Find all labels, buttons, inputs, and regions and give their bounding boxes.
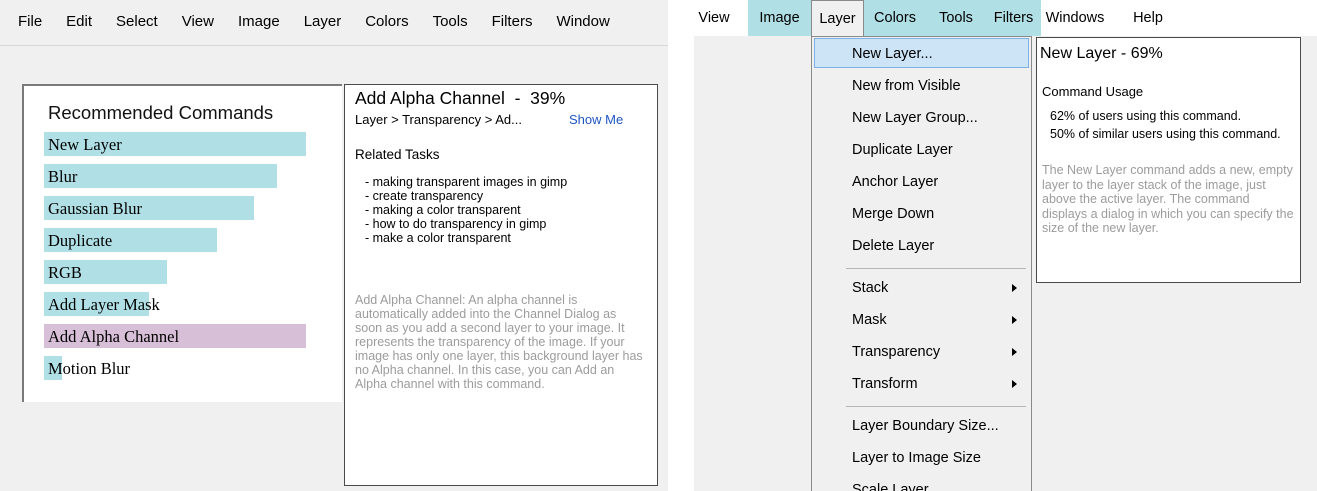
menu-item-transparency[interactable]: Transparency (814, 337, 1029, 367)
related-tasks-heading: Related Tasks (355, 147, 440, 162)
command-tooltip: New Layer - 69% Command Usage 62% of use… (1036, 37, 1301, 283)
menubar: View Image Layer Colors Tools Filters Windows H… (694, 0, 1317, 36)
command-detail-panel: Add Alpha Channel - 39% Layer > Transpar… (344, 84, 658, 486)
related-task-item[interactable]: - create transparency (365, 189, 567, 203)
menu-view[interactable]: View (170, 13, 226, 30)
menu-item-mask[interactable]: Mask (814, 305, 1029, 335)
recommended-command-add-layer-mask[interactable]: Add Layer Mask (44, 292, 306, 316)
recommended-command-duplicate[interactable]: Duplicate (44, 228, 306, 252)
recommended-command-label: New Layer (48, 135, 122, 154)
recommended-command-label: Gaussian Blur (48, 199, 142, 218)
recommended-command-new-layer[interactable]: New Layer (44, 132, 306, 156)
show-me-link[interactable]: Show Me (569, 112, 623, 127)
menu-separator (846, 268, 1026, 269)
menu-window[interactable]: Window (544, 13, 621, 30)
menu-colors[interactable]: Colors (353, 13, 420, 30)
menu-item-delete-layer[interactable]: Delete Layer (814, 231, 1029, 261)
recommended-command-blur[interactable]: Blur (44, 164, 306, 188)
menu-filters[interactable]: Filters (480, 13, 545, 30)
menubar: File Edit Select View Image Layer Colors Tools F… (0, 0, 668, 42)
recommended-command-add-alpha-channel[interactable]: Add Alpha Channel (44, 324, 306, 348)
menu-item-label: New Layer Group... (852, 110, 978, 126)
menu-view[interactable]: View (694, 0, 734, 36)
submenu-arrow-icon (1012, 316, 1017, 324)
menu-item-layer-boundary-size[interactable]: Layer Boundary Size... (814, 411, 1029, 441)
menu-help[interactable]: Help (1127, 0, 1169, 36)
recommended-command-label: RGB (48, 263, 82, 282)
recommended-command-rgb[interactable]: RGB (44, 260, 306, 284)
menu-tools[interactable]: Tools (926, 0, 986, 36)
menu-item-label: Stack (852, 280, 889, 296)
recommended-command-label: Duplicate (48, 231, 113, 250)
menu-item-new-layer[interactable]: New Layer... (814, 38, 1029, 68)
menu-item-label: Anchor Layer (852, 174, 939, 190)
menu-item-new-layer-group[interactable]: New Layer Group... (814, 103, 1029, 133)
tooltip-title: New Layer - 69% (1040, 45, 1163, 62)
related-tasks-list: - making transparent images in gimp - cre… (365, 175, 567, 245)
menubar-divider (0, 45, 668, 46)
recommended-command-label: Add Alpha Channel (48, 327, 180, 346)
similar-users-usage-stat: 50% of similar users using this command. (1050, 127, 1281, 141)
menu-item-label: Layer to Image Size (852, 450, 981, 466)
menu-edit[interactable]: Edit (54, 13, 104, 30)
layer-menu-dropdown: New Layer... New from Visible New Layer Gr… (811, 36, 1032, 491)
menu-filters[interactable]: Filters (986, 0, 1041, 36)
submenu-arrow-icon (1012, 284, 1017, 292)
menu-item-label: Layer Boundary Size... (852, 418, 999, 434)
menu-item-label: Duplicate Layer (852, 142, 953, 158)
menu-item-label: Mask (852, 312, 887, 328)
command-detail-title: Add Alpha Channel - 39% (355, 88, 566, 108)
menu-item-transform[interactable]: Transform (814, 369, 1029, 399)
menu-separator (846, 406, 1026, 407)
menu-item-label: Transform (852, 376, 918, 392)
command-usage-heading: Command Usage (1042, 84, 1144, 99)
command-description: Add Alpha Channel: An alpha channel is a… (355, 293, 643, 391)
recommended-command-motion-blur[interactable]: Motion Blur (44, 356, 306, 380)
recommended-commands-panel: Recommended Commands New Layer Blur Gaussi… (22, 84, 342, 402)
usage-bar (44, 164, 277, 188)
menu-item-label: New Layer... (852, 46, 933, 62)
left-panel: File Edit Select View Image Layer Colors Tools F… (0, 0, 668, 491)
menu-tools[interactable]: Tools (421, 13, 480, 30)
menu-layer[interactable]: Layer (811, 0, 864, 36)
related-task-item[interactable]: - making transparent images in gimp (365, 175, 567, 189)
menu-file[interactable]: File (0, 13, 54, 30)
related-task-item[interactable]: - how to do transparency in gimp (365, 217, 567, 231)
menu-select[interactable]: Select (104, 13, 170, 30)
recommended-command-gaussian-blur[interactable]: Gaussian Blur (44, 196, 306, 220)
menu-item-stack[interactable]: Stack (814, 273, 1029, 303)
related-task-item[interactable]: - make a color transparent (365, 231, 567, 245)
menu-item-layer-to-image-size[interactable]: Layer to Image Size (814, 443, 1029, 473)
menu-item-merge-down[interactable]: Merge Down (814, 199, 1029, 229)
right-panel: View Image Layer Colors Tools Filters Windows H… (694, 0, 1317, 491)
menu-layer[interactable]: Layer (292, 13, 354, 30)
menu-image[interactable]: Image (748, 0, 811, 36)
recommended-command-label: Motion Blur (48, 359, 131, 378)
menu-item-label: Delete Layer (852, 238, 935, 254)
menu-item-label: Scale Layer... (852, 482, 940, 491)
menu-item-duplicate-layer[interactable]: Duplicate Layer (814, 135, 1029, 165)
submenu-arrow-icon (1012, 348, 1017, 356)
menu-item-scale-layer[interactable]: Scale Layer... (814, 475, 1029, 491)
tooltip-description: The New Layer command adds a new, empty … (1042, 163, 1294, 235)
users-usage-stat: 62% of users using this command. (1050, 109, 1242, 123)
submenu-arrow-icon (1012, 380, 1017, 388)
recommended-command-label: Blur (48, 167, 78, 186)
related-task-item[interactable]: - making a color transparent (365, 203, 567, 217)
menu-item-label: Merge Down (852, 206, 935, 222)
menu-item-label: Transparency (852, 344, 941, 360)
menu-windows[interactable]: Windows (1041, 0, 1109, 36)
command-menu-path: Layer > Transparency > Ad... (355, 112, 522, 127)
menu-item-anchor-layer[interactable]: Anchor Layer (814, 167, 1029, 197)
menu-item-label: New from Visible (852, 78, 961, 94)
recommended-command-label: Add Layer Mask (48, 295, 160, 314)
menu-item-new-from-visible[interactable]: New from Visible (814, 71, 1029, 101)
recommended-commands-title: Recommended Commands (48, 102, 274, 123)
menu-image[interactable]: Image (226, 13, 292, 30)
menu-colors[interactable]: Colors (864, 0, 926, 36)
